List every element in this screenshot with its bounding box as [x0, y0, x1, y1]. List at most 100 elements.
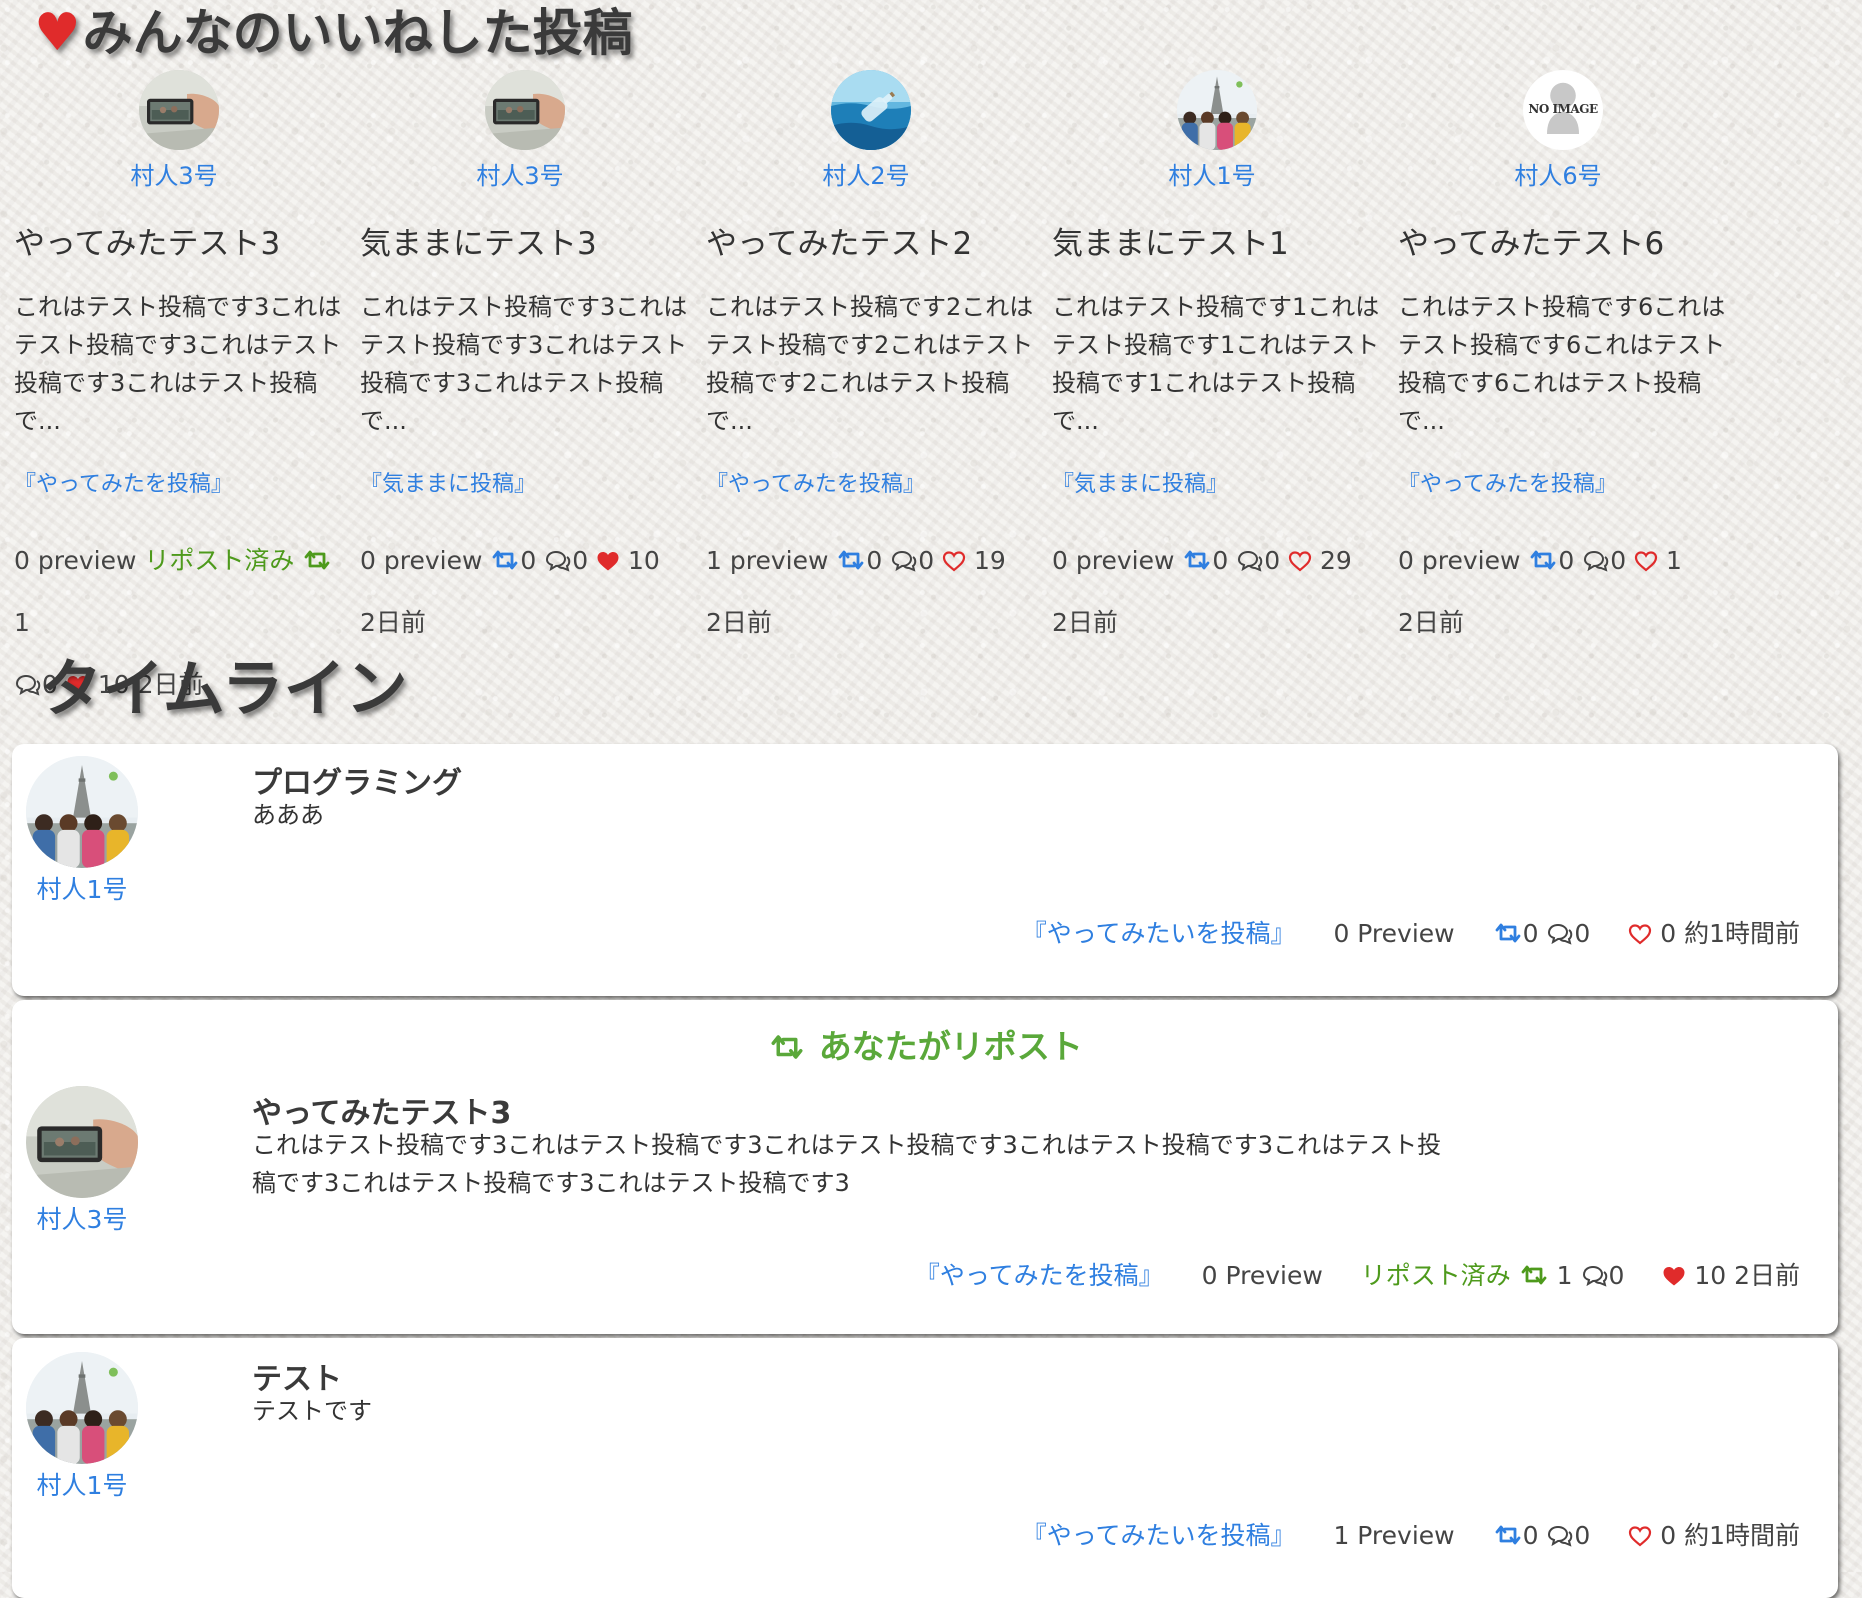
heart-outline-icon[interactable]	[1288, 550, 1312, 572]
avatar[interactable]	[1177, 70, 1257, 150]
preview-count: 0 Preview	[1201, 1261, 1323, 1290]
comment-icon[interactable]	[544, 549, 572, 573]
post-time: 2日前	[1052, 608, 1118, 637]
comment-icon[interactable]	[1582, 549, 1610, 573]
no-image-label: NO IMAGE	[1528, 102, 1598, 116]
preview-count: 0 preview	[1052, 546, 1175, 575]
comment-count: 0	[918, 546, 935, 575]
post-stats: 1 preview 0 0 19 2日前	[706, 530, 1046, 654]
heart-outline-icon[interactable]	[1634, 550, 1658, 572]
repost-count: 0	[1212, 546, 1229, 575]
post-category-link[interactable]: 『やってみたを投稿』	[915, 1261, 1164, 1290]
post-category-link[interactable]: 『やってみたを投稿』	[706, 466, 925, 498]
post-stats: 0 preview 0 0 1 2日前	[1398, 530, 1738, 654]
repost-icon[interactable]	[836, 548, 866, 572]
post-title[interactable]: やってみたテスト3	[14, 218, 280, 263]
like-count: 19	[974, 546, 1006, 575]
post-category-link[interactable]: 『やってみたを投稿』	[14, 466, 233, 498]
repost-count: 1	[14, 608, 30, 637]
repost-icon[interactable]	[302, 548, 332, 572]
comment-icon[interactable]	[1546, 1524, 1574, 1548]
avatar[interactable]	[26, 756, 138, 868]
post-body: テストです	[252, 1397, 372, 1425]
post-author-link[interactable]: 村人1号	[1042, 156, 1382, 191]
post-time: 2日前	[1734, 1261, 1800, 1290]
favorites-grid: 村人3号 やってみたテスト3 これはテスト投稿です3これはテスト投稿です3これは…	[14, 70, 1744, 699]
like-count: 29	[1320, 546, 1352, 575]
heart-outline-icon[interactable]	[1628, 1525, 1652, 1547]
repost-icon[interactable]	[1493, 1523, 1523, 1547]
comment-icon[interactable]	[1581, 1264, 1609, 1288]
like-count: 0	[1660, 1521, 1677, 1550]
post-body: あああ	[252, 801, 324, 829]
post-excerpt: これはテスト投稿です6これはテスト投稿です6これはテスト投稿です6これはテスト投…	[1398, 293, 1726, 435]
like-count: 10	[1694, 1261, 1727, 1290]
post-excerpt: これはテスト投稿です3これはテスト投稿です3これはテスト投稿です3これはテスト投…	[14, 293, 342, 435]
heart-icon[interactable]	[596, 550, 620, 572]
favorite-post-card: 村人3号 気ままにテスト3 これはテスト投稿です3これはテスト投稿です3これはテ…	[360, 70, 700, 637]
repost-icon[interactable]	[1493, 921, 1523, 945]
post-stats: 0 preview 0 0 29 2日前	[1052, 530, 1392, 654]
post-title[interactable]: やってみたテスト6	[1398, 218, 1664, 263]
post-category-link[interactable]: 『やってみたを投稿』	[1398, 466, 1617, 498]
avatar[interactable]	[26, 1086, 138, 1198]
post-body: これはテスト投稿です3これはテスト投稿です3これはテスト投稿です3これはテスト投…	[252, 1131, 1442, 1197]
heart-outline-icon[interactable]	[942, 550, 966, 572]
post-category-link[interactable]: 『やってみたいを投稿』	[1022, 919, 1296, 948]
avatar[interactable]	[485, 70, 565, 150]
comment-count: 0	[572, 546, 589, 575]
repost-icon	[767, 1032, 807, 1062]
post-author-link[interactable]: 村人6号	[1388, 156, 1728, 191]
comment-icon[interactable]	[890, 549, 918, 573]
heart-outline-icon[interactable]	[1628, 923, 1652, 945]
comment-icon[interactable]	[1236, 549, 1264, 573]
repost-count: 0	[1558, 546, 1575, 575]
avatar[interactable]	[26, 1352, 138, 1464]
preview-count: 0 Preview	[1333, 919, 1455, 948]
avatar[interactable]	[831, 70, 911, 150]
repost-icon[interactable]	[1528, 548, 1558, 572]
avatar[interactable]	[139, 70, 219, 150]
post-author-link[interactable]: 村人1号	[26, 1466, 138, 1502]
post-title[interactable]: やってみたテスト2	[706, 218, 972, 263]
post-author-link[interactable]: 村人1号	[26, 870, 138, 906]
post-stats: 『やってみたいを投稿』 1 Preview 0 0 0 約1時間前	[1022, 1516, 1800, 1552]
preview-count: 0 preview	[14, 546, 137, 575]
avatar[interactable]: NO IMAGE	[1523, 70, 1603, 150]
comment-count: 0	[1264, 546, 1281, 575]
post-time: 2日前	[706, 608, 772, 637]
post-excerpt: これはテスト投稿です2これはテスト投稿です2これはテスト投稿です2これはテスト投…	[706, 293, 1034, 435]
post-category-link[interactable]: 『気ままに投稿』	[1052, 466, 1228, 498]
repost-icon[interactable]	[1182, 548, 1212, 572]
heart-icon[interactable]	[1662, 1265, 1686, 1287]
repost-icon[interactable]	[1519, 1263, 1549, 1287]
favorites-title-text: みんなのいいねした投稿	[82, 4, 633, 62]
repost-banner: あなたがリポスト	[12, 1020, 1838, 1068]
post-author-link[interactable]: 村人3号	[26, 1200, 138, 1236]
preview-count: 1 Preview	[1333, 1521, 1455, 1550]
timeline-post-card: あなたがリポスト 村人3号 やってみたテスト3 これはテスト投稿です3これはテス…	[12, 1000, 1838, 1334]
post-author-link[interactable]: 村人3号	[4, 156, 344, 191]
preview-count: 1 preview	[706, 546, 829, 575]
favorite-post-card: 村人1号 気ままにテスト1 これはテスト投稿です1これはテスト投稿です1これはテ…	[1052, 70, 1392, 637]
repost-icon[interactable]	[490, 548, 520, 572]
post-title[interactable]: 気ままにテスト1	[1052, 218, 1289, 263]
post-author-link[interactable]: 村人2号	[696, 156, 1036, 191]
post-stats: 0 preview 0 0 10 2日前	[360, 530, 700, 654]
post-stats: 『やってみたいを投稿』 0 Preview 0 0 0 約1時間前	[1022, 914, 1800, 950]
comment-icon[interactable]	[1546, 922, 1574, 946]
like-count: 10	[628, 546, 660, 575]
post-title[interactable]: 気ままにテスト3	[360, 218, 597, 263]
post-stats: 『やってみたを投稿』 0 Preview リポスト済み 1 0 10 2日前	[915, 1256, 1800, 1292]
repost-count: 0	[1522, 1521, 1539, 1550]
post-excerpt: これはテスト投稿です3これはテスト投稿です3これはテスト投稿です3これはテスト投…	[360, 293, 688, 435]
post-author-link[interactable]: 村人3号	[350, 156, 690, 191]
post-category-link[interactable]: 『やってみたいを投稿』	[1022, 1521, 1296, 1550]
repost-count: 1	[1556, 1261, 1573, 1290]
comment-icon[interactable]	[14, 673, 42, 697]
like-count: 0	[1660, 919, 1677, 948]
comment-count: 0	[1610, 546, 1627, 575]
post-time: 2日前	[1398, 608, 1464, 637]
post-category-link[interactable]: 『気ままに投稿』	[360, 466, 536, 498]
post-time: 2日前	[360, 608, 426, 637]
